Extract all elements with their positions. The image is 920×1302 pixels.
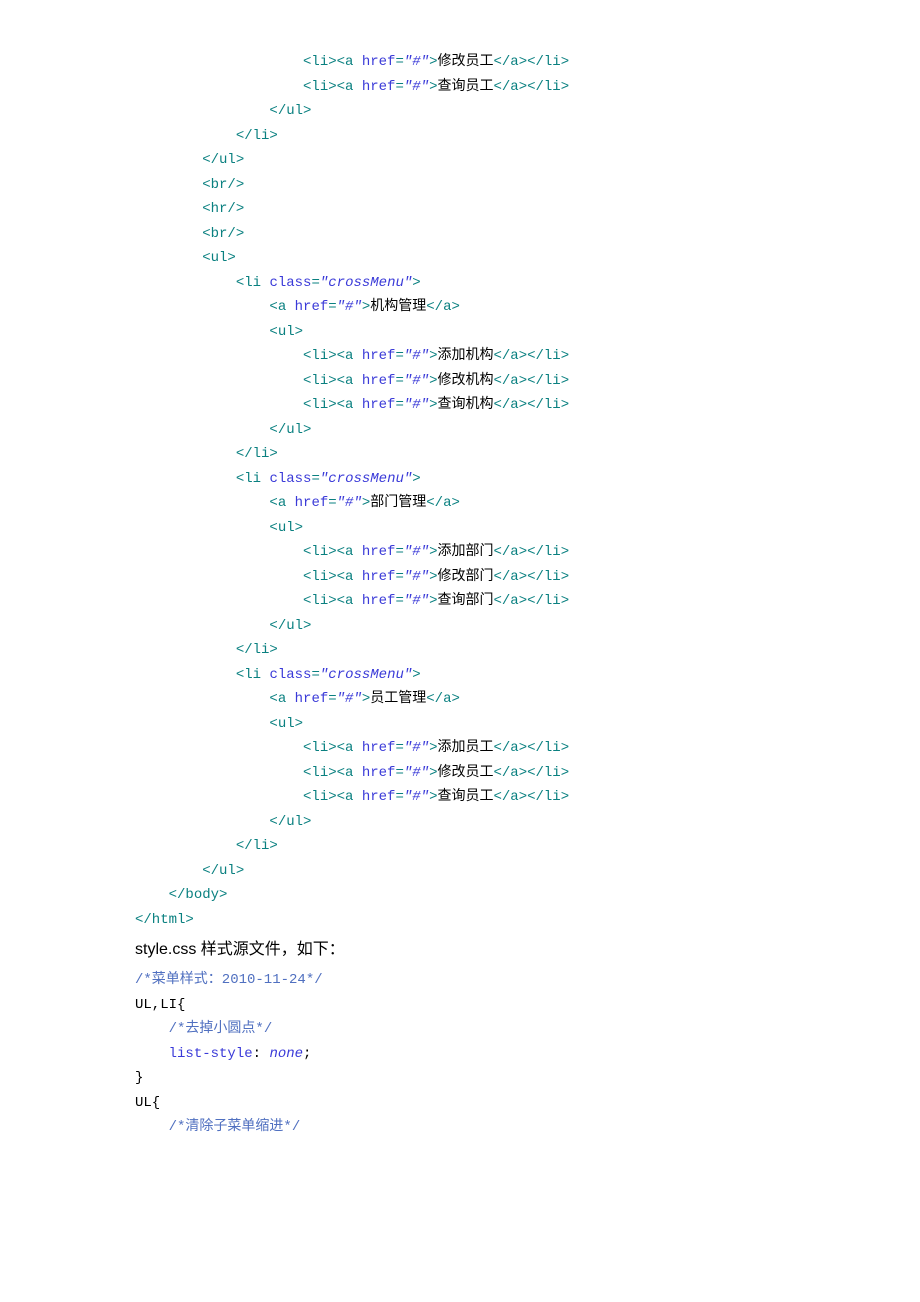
code-line: list-style: none; xyxy=(135,1042,785,1067)
code-line: /*去掉小圆点*/ xyxy=(135,1017,785,1042)
prose-heading: style.css 样式源文件，如下： xyxy=(135,936,785,964)
code-line: <li><a href="#">添加机构</a></li> xyxy=(135,344,785,369)
css-code-block: /*菜单样式：2010-11-24*/UL,LI{ /*去掉小圆点*/ list… xyxy=(135,968,785,1140)
code-line: <ul> xyxy=(135,320,785,345)
code-line: <ul> xyxy=(135,712,785,737)
code-line: <li class="crossMenu"> xyxy=(135,467,785,492)
code-line: <li><a href="#">修改部门</a></li> xyxy=(135,565,785,590)
code-line: <br/> xyxy=(135,173,785,198)
code-line: </li> xyxy=(135,124,785,149)
code-line: <li class="crossMenu"> xyxy=(135,663,785,688)
code-line: <a href="#">机构管理</a> xyxy=(135,295,785,320)
code-line: </ul> xyxy=(135,99,785,124)
code-line: <ul> xyxy=(135,516,785,541)
code-line: </ul> xyxy=(135,810,785,835)
code-line: <li><a href="#">修改员工</a></li> xyxy=(135,761,785,786)
code-line: <li><a href="#">查询员工</a></li> xyxy=(135,75,785,100)
code-line: UL{ xyxy=(135,1091,785,1116)
code-line: <a href="#">员工管理</a> xyxy=(135,687,785,712)
code-line: </li> xyxy=(135,834,785,859)
code-line: <li class="crossMenu"> xyxy=(135,271,785,296)
code-line: } xyxy=(135,1066,785,1091)
code-line: </li> xyxy=(135,638,785,663)
code-line: /*菜单样式：2010-11-24*/ xyxy=(135,968,785,993)
code-line: UL,LI{ xyxy=(135,993,785,1018)
code-line: </ul> xyxy=(135,859,785,884)
code-line: </ul> xyxy=(135,148,785,173)
code-line: </li> xyxy=(135,442,785,467)
code-line: </ul> xyxy=(135,614,785,639)
html-code-block: <li><a href="#">修改员工</a></li> <li><a hre… xyxy=(135,50,785,932)
code-line: <hr/> xyxy=(135,197,785,222)
code-line: <ul> xyxy=(135,246,785,271)
code-line: </html> xyxy=(135,908,785,933)
code-line: <br/> xyxy=(135,222,785,247)
code-line: <li><a href="#">查询机构</a></li> xyxy=(135,393,785,418)
code-line: <li><a href="#">修改员工</a></li> xyxy=(135,50,785,75)
code-line: </body> xyxy=(135,883,785,908)
code-line: /*清除子菜单缩进*/ xyxy=(135,1115,785,1140)
code-line: <a href="#">部门管理</a> xyxy=(135,491,785,516)
code-line: <li><a href="#">添加员工</a></li> xyxy=(135,736,785,761)
code-line: <li><a href="#">添加部门</a></li> xyxy=(135,540,785,565)
code-line: </ul> xyxy=(135,418,785,443)
code-line: <li><a href="#">查询部门</a></li> xyxy=(135,589,785,614)
code-line: <li><a href="#">修改机构</a></li> xyxy=(135,369,785,394)
code-line: <li><a href="#">查询员工</a></li> xyxy=(135,785,785,810)
